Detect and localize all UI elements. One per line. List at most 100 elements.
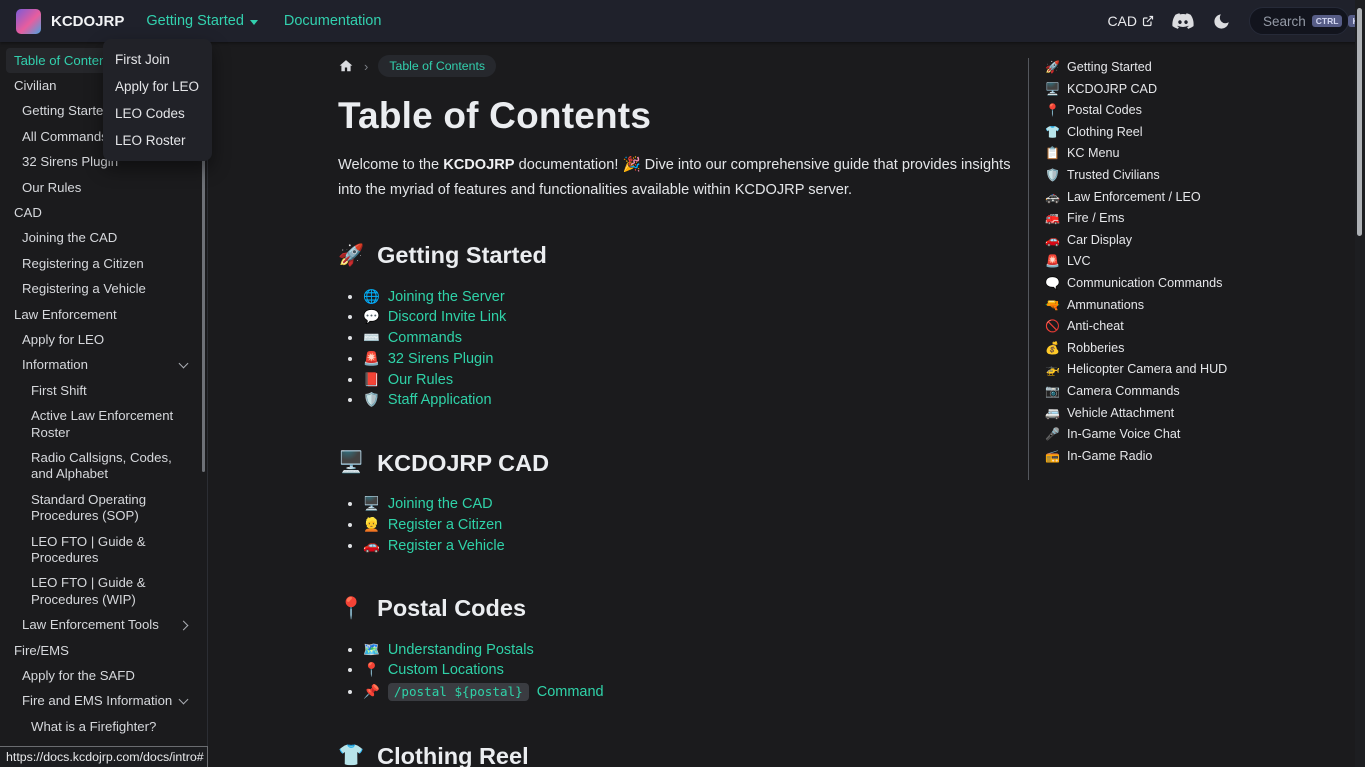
content-link[interactable]: Joining the CAD bbox=[388, 496, 493, 512]
toc-link[interactable]: Helicopter Camera and HUD bbox=[1067, 362, 1227, 376]
toc-link[interactable]: Postal Codes bbox=[1067, 103, 1142, 117]
toc-emoji-icon: 🚁 bbox=[1045, 362, 1060, 376]
toc-item[interactable]: 🗨️Communication Commands bbox=[1045, 276, 1348, 290]
sidebar-item-radio-callsigns-codes-and-alphabet[interactable]: Radio Callsigns, Codes, and Alphabet bbox=[6, 446, 201, 488]
toc-item[interactable]: 🖥️KCDOJRP CAD bbox=[1045, 82, 1348, 96]
toc-item[interactable]: 🚓Law Enforcement / LEO bbox=[1045, 190, 1348, 204]
toc-item[interactable]: 🚐Vehicle Attachment bbox=[1045, 406, 1348, 420]
toc-link[interactable]: Fire / Ems bbox=[1067, 211, 1124, 225]
toc-link[interactable]: Anti-cheat bbox=[1067, 319, 1124, 333]
toc-link[interactable]: Camera Commands bbox=[1067, 384, 1180, 398]
content-link[interactable]: Register a Citizen bbox=[388, 517, 502, 533]
sidebar-item-cad[interactable]: CAD bbox=[6, 200, 201, 225]
sidebar-item-our-rules[interactable]: Our Rules bbox=[6, 175, 201, 200]
sidebar-scrollbar[interactable] bbox=[202, 142, 205, 472]
content-link[interactable]: Register a Vehicle bbox=[388, 538, 505, 554]
sidebar-item-standard-operating-procedures-sop[interactable]: Standard Operating Procedures (SOP) bbox=[6, 487, 201, 529]
brand[interactable]: KCDOJRP bbox=[16, 9, 124, 34]
toc-link[interactable]: Law Enforcement / LEO bbox=[1067, 190, 1201, 204]
dropdown-item[interactable]: LEO Roster bbox=[103, 127, 212, 154]
toc-item[interactable]: 📍Postal Codes bbox=[1045, 103, 1348, 117]
item-emoji-icon: 🖥️ bbox=[363, 496, 380, 512]
content-link[interactable]: Understanding Postals bbox=[388, 642, 534, 658]
sidebar-item-label: Law Enforcement Tools bbox=[22, 617, 159, 632]
dark-mode-toggle-moon-icon[interactable] bbox=[1212, 12, 1231, 31]
sidebar-item-information[interactable]: Information bbox=[6, 353, 201, 378]
main-content: › Table of Contents Table of Contents We… bbox=[208, 42, 1028, 767]
bullet-dot-icon bbox=[348, 295, 352, 299]
home-icon[interactable] bbox=[338, 58, 354, 74]
content-link[interactable]: Our Rules bbox=[388, 372, 453, 388]
sidebar-item-fire-ems[interactable]: Fire/EMS bbox=[6, 638, 201, 663]
toc-item[interactable]: 📋KC Menu bbox=[1045, 146, 1348, 160]
sidebar-item-law-enforcement[interactable]: Law Enforcement bbox=[6, 302, 201, 327]
section-heading: 🚀Getting Started bbox=[338, 242, 1014, 269]
sidebar-item-registering-a-vehicle[interactable]: Registering a Vehicle bbox=[6, 277, 201, 302]
toc-emoji-icon: 🔫 bbox=[1045, 298, 1060, 312]
content-link[interactable]: 32 Sirens Plugin bbox=[388, 351, 494, 367]
toc-item[interactable]: 🚒Fire / Ems bbox=[1045, 211, 1348, 225]
dropdown-item[interactable]: LEO Codes bbox=[103, 100, 212, 127]
sidebar-item-label: Apply for LEO bbox=[22, 332, 104, 347]
navbar-dropdown: First JoinApply for LEOLEO CodesLEO Rost… bbox=[103, 39, 212, 161]
content-link[interactable]: Discord Invite Link bbox=[388, 309, 506, 325]
sidebar-item-registering-a-citizen[interactable]: Registering a Citizen bbox=[6, 251, 201, 276]
toc-item[interactable]: 📷Camera Commands bbox=[1045, 384, 1348, 398]
dropdown-item[interactable]: Apply for LEO bbox=[103, 73, 212, 100]
sidebar-item-what-is-a-firefighter[interactable]: What is a Firefighter? bbox=[6, 714, 201, 739]
sidebar-item-leo-fto-guide-procedures[interactable]: LEO FTO | Guide & Procedures bbox=[6, 529, 201, 571]
toc-link[interactable]: KC Menu bbox=[1067, 146, 1120, 160]
discord-icon[interactable] bbox=[1172, 13, 1194, 30]
browser-scrollbar[interactable] bbox=[1355, 0, 1365, 767]
toc-link[interactable]: Car Display bbox=[1067, 233, 1132, 247]
toc-item[interactable]: 📻In-Game Radio bbox=[1045, 449, 1348, 463]
toc-item[interactable]: 🚨LVC bbox=[1045, 254, 1348, 268]
content-section: 🚀Getting Started🌐Joining the Server💬Disc… bbox=[338, 242, 1014, 411]
bullet-dot-icon bbox=[348, 648, 352, 652]
sidebar-item-first-shift[interactable]: First Shift bbox=[6, 378, 201, 403]
sidebar-item-fire-and-ems-information[interactable]: Fire and EMS Information bbox=[6, 689, 201, 714]
toc-item[interactable]: 🚁 Helicopter Camera and HUD bbox=[1045, 362, 1348, 376]
toc-link[interactable]: Vehicle Attachment bbox=[1067, 406, 1174, 420]
search-placeholder: Search bbox=[1263, 14, 1306, 29]
toc-link[interactable]: KCDOJRP CAD bbox=[1067, 82, 1157, 96]
toc-item[interactable]: 💰Robberies bbox=[1045, 341, 1348, 355]
sidebar-item-apply-for-leo[interactable]: Apply for LEO bbox=[6, 327, 201, 352]
nav-link-documentation[interactable]: Documentation bbox=[284, 13, 382, 29]
nav-link-getting-started[interactable]: Getting Started bbox=[146, 13, 258, 29]
sidebar-item-law-enforcement-tools[interactable]: Law Enforcement Tools bbox=[6, 613, 201, 638]
breadcrumb-current[interactable]: Table of Contents bbox=[378, 55, 496, 77]
sidebar-item-active-law-enforcement-roster[interactable]: Active Law Enforcement Roster bbox=[6, 404, 201, 446]
toc-item[interactable]: 🎤In-Game Voice Chat bbox=[1045, 427, 1348, 441]
toc-link[interactable]: Clothing Reel bbox=[1067, 125, 1143, 139]
toc-item[interactable]: 🚗Car Display bbox=[1045, 233, 1348, 247]
toc-link[interactable]: Trusted Civilians bbox=[1067, 168, 1160, 182]
content-link[interactable]: Custom Locations bbox=[388, 662, 504, 678]
toc-item[interactable]: 🚀Getting Started bbox=[1045, 60, 1348, 74]
sidebar-item-label: Law Enforcement bbox=[14, 307, 117, 322]
toc-item[interactable]: 🚫Anti-cheat bbox=[1045, 319, 1348, 333]
sidebar-item-leo-fto-guide-procedures-wip[interactable]: LEO FTO | Guide & Procedures (WIP) bbox=[6, 571, 201, 613]
toc-item[interactable]: 🛡️Trusted Civilians bbox=[1045, 168, 1348, 182]
sidebar-item-apply-for-the-safd[interactable]: Apply for the SAFD bbox=[6, 664, 201, 689]
toc-link[interactable]: LVC bbox=[1067, 254, 1091, 268]
toc-link[interactable]: Robberies bbox=[1067, 341, 1124, 355]
toc-link[interactable]: Ammunations bbox=[1067, 298, 1144, 312]
sidebar-item-joining-the-cad[interactable]: Joining the CAD bbox=[6, 226, 201, 251]
list-item: 👱Register a Citizen bbox=[338, 515, 1014, 536]
search-input[interactable]: Search CTRL K bbox=[1249, 7, 1349, 35]
toc-item[interactable]: 👕Clothing Reel bbox=[1045, 125, 1348, 139]
toc-link[interactable]: Communication Commands bbox=[1067, 276, 1222, 290]
content-link[interactable]: Commands bbox=[388, 330, 462, 346]
list-item: 🗺️Understanding Postals bbox=[338, 639, 1014, 660]
dropdown-item[interactable]: First Join bbox=[103, 46, 212, 73]
content-link[interactable]: Command bbox=[537, 684, 604, 700]
toc-link[interactable]: In-Game Voice Chat bbox=[1067, 427, 1180, 441]
content-link[interactable]: Joining the Server bbox=[388, 289, 505, 305]
content-link[interactable]: Staff Application bbox=[388, 392, 492, 408]
toc-link[interactable]: Getting Started bbox=[1067, 60, 1152, 74]
toc-item[interactable]: 🔫 Ammunations bbox=[1045, 298, 1348, 312]
toc-link[interactable]: In-Game Radio bbox=[1067, 449, 1152, 463]
cad-external-link[interactable]: CAD bbox=[1107, 13, 1154, 29]
scrollbar-thumb[interactable] bbox=[1357, 8, 1362, 236]
